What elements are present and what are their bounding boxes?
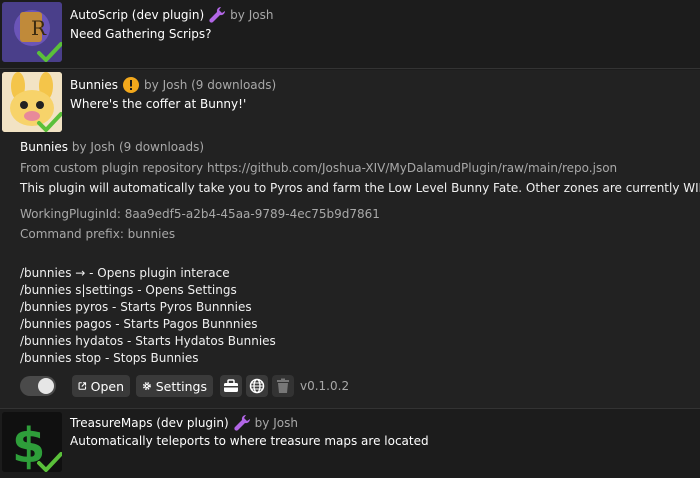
details-header: Bunnies by Josh (9 downloads) xyxy=(20,140,204,154)
plugin-name: Bunnies xyxy=(70,78,119,92)
gear-icon xyxy=(142,382,151,390)
bunnies-thumbnail xyxy=(2,72,62,132)
plugin-name: AutoScrip (dev plugin) xyxy=(70,8,205,22)
plugin-author: by Josh xyxy=(230,8,274,22)
enable-toggle[interactable] xyxy=(20,376,56,396)
plugin-description: Automatically teleports to where treasur… xyxy=(70,434,429,448)
treasuremaps-thumbnail: $ xyxy=(2,412,62,472)
warning-badge-icon xyxy=(123,77,140,93)
installed-check-icon xyxy=(37,452,62,472)
autoscrip-thumbnail: R xyxy=(2,2,62,62)
globe-icon xyxy=(249,378,265,394)
plugin-row-bunnies[interactable]: Bunnies by Josh (9 downloads) Where's th… xyxy=(0,70,700,409)
dev-wrench-icon xyxy=(234,414,250,431)
command-line: /bunnies s|settings - Opens Settings xyxy=(20,283,237,297)
details-working-id: WorkingPluginId: 8aa9edf5-a2b4-45aa-9789… xyxy=(20,207,380,221)
plugin-title-line: Bunnies by Josh (9 downloads) xyxy=(70,76,276,94)
plugin-row-autoscrip[interactable]: R AutoScrip (dev plugin) by Josh Need Ga… xyxy=(0,0,700,69)
settings-label: Settings xyxy=(155,378,207,394)
plugin-version: v0.1.0.2 xyxy=(300,379,350,393)
details-command-prefix: Command prefix: bunnies xyxy=(20,227,176,241)
plugin-toolbox-button[interactable] xyxy=(220,375,242,397)
command-line: /bunnies → - Opens plugin interace xyxy=(20,266,230,280)
dev-wrench-icon xyxy=(209,6,226,23)
command-line: /bunnies pyros - Starts Pyros Bunnnies xyxy=(20,300,252,314)
installed-check-icon xyxy=(37,42,62,62)
plugin-name: TreasureMaps (dev plugin) xyxy=(70,416,229,430)
plugin-author-downloads: by Josh (9 downloads) xyxy=(144,78,277,92)
plugin-author: by Josh xyxy=(254,416,298,430)
plugin-description: Need Gathering Scrips? xyxy=(70,27,212,41)
installed-check-icon xyxy=(37,112,62,132)
details-source: From custom plugin repository https://gi… xyxy=(20,161,618,175)
toolbox-icon xyxy=(224,379,238,392)
open-label: Open xyxy=(90,378,124,394)
plugin-description: Where's the coffer at Bunny!' xyxy=(70,97,247,111)
plugin-row-treasuremaps[interactable]: $ TreasureMaps (dev plugin) by Josh Auto… xyxy=(0,410,700,478)
plugin-website-button[interactable] xyxy=(246,375,268,397)
command-line: /bunnies hydatos - Starts Hydatos Bunnie… xyxy=(20,334,276,348)
plugin-title-line: TreasureMaps (dev plugin) by Josh xyxy=(70,414,298,432)
details-author-downloads: by Josh (9 downloads) xyxy=(71,140,205,154)
delete-plugin-button[interactable] xyxy=(272,375,294,397)
external-link-icon xyxy=(78,382,87,390)
trash-icon xyxy=(277,378,289,393)
plugin-title-line: AutoScrip (dev plugin) by Josh xyxy=(70,6,273,24)
details-long-description: This plugin will automatically take you … xyxy=(20,181,700,195)
settings-button[interactable]: Settings xyxy=(136,375,213,397)
toggle-knob xyxy=(38,378,54,394)
command-line: /bunnies stop - Stops Bunnies xyxy=(20,351,199,365)
open-button[interactable]: Open xyxy=(72,375,130,397)
svg-text:R: R xyxy=(31,16,47,40)
details-name: Bunnies xyxy=(20,140,69,154)
command-line: /bunnies pagos - Starts Pagos Bunnnies xyxy=(20,317,258,331)
